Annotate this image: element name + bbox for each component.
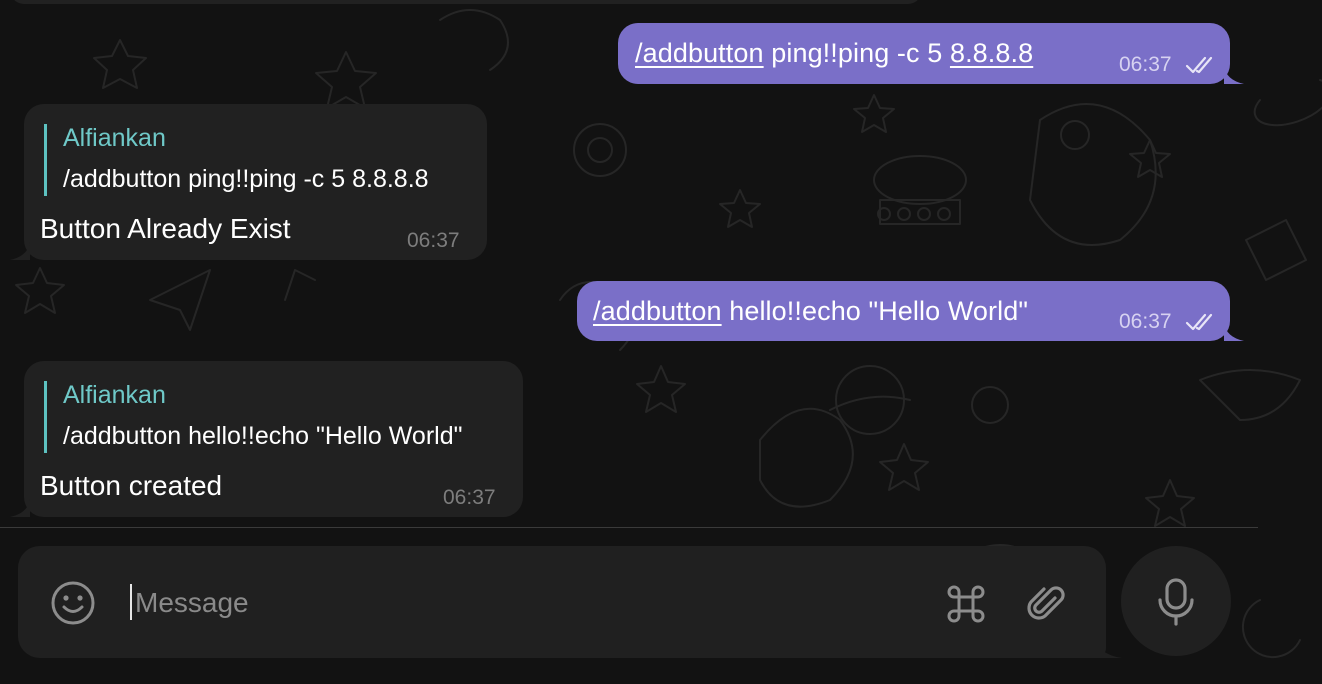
composer-divider <box>0 527 1258 528</box>
message-time: 06:37 <box>1119 53 1172 76</box>
message-composer <box>18 546 1106 658</box>
incoming-message[interactable]: Alfiankan /addbutton ping!!ping -c 5 8.8… <box>10 104 487 260</box>
message-time: 06:37 <box>1119 310 1172 333</box>
message-text: /addbutton ping!!ping -c 5 8.8.8.8 <box>635 38 1033 69</box>
message-input[interactable] <box>133 579 817 627</box>
message-args: ping!!ping -c 5 <box>771 38 950 68</box>
message-text: /addbutton hello!!echo "Hello World" <box>593 296 1028 327</box>
emoji-icon[interactable] <box>50 580 96 626</box>
reply-quote[interactable]: Alfiankan /addbutton hello!!echo "Hello … <box>44 381 462 453</box>
reply-quote[interactable]: Alfiankan /addbutton ping!!ping -c 5 8.8… <box>44 124 429 196</box>
incoming-message[interactable]: Alfiankan /addbutton hello!!echo "Hello … <box>10 361 523 517</box>
bubble-tail <box>10 499 30 517</box>
message-text: Button Already Exist <box>40 213 291 244</box>
ip-link[interactable]: 8.8.8.8 <box>950 38 1033 68</box>
outgoing-message[interactable]: /addbutton hello!!echo "Hello World" 06:… <box>577 281 1244 341</box>
bubble-tail <box>10 242 30 260</box>
microphone-icon <box>1158 578 1194 626</box>
message-text: Button created <box>40 470 223 501</box>
voice-message-button[interactable] <box>1121 546 1231 656</box>
double-check-icon <box>1185 56 1213 74</box>
message-time: 06:37 <box>407 229 460 252</box>
command-link[interactable]: /addbutton <box>635 38 764 68</box>
command-icon[interactable] <box>942 580 990 628</box>
attachment-icon[interactable] <box>1022 580 1070 628</box>
command-link[interactable]: /addbutton <box>593 296 722 326</box>
quote-text: /addbutton hello!!echo "Hello World" <box>63 422 463 450</box>
quote-text: /addbutton ping!!ping -c 5 8.8.8.8 <box>63 165 429 193</box>
bubble-tail <box>1224 66 1244 84</box>
composer-tail <box>1090 628 1122 658</box>
quote-author: Alfiankan <box>63 124 166 152</box>
previous-message-edge <box>10 0 922 4</box>
bubble-tail <box>1224 323 1244 341</box>
text-cursor <box>130 584 132 620</box>
double-check-icon <box>1185 313 1213 331</box>
message-time: 06:37 <box>443 486 496 509</box>
message-args: hello!!echo "Hello World" <box>721 296 1029 326</box>
quote-author: Alfiankan <box>63 381 166 409</box>
outgoing-message[interactable]: /addbutton ping!!ping -c 5 8.8.8.8 06:37 <box>618 23 1244 84</box>
